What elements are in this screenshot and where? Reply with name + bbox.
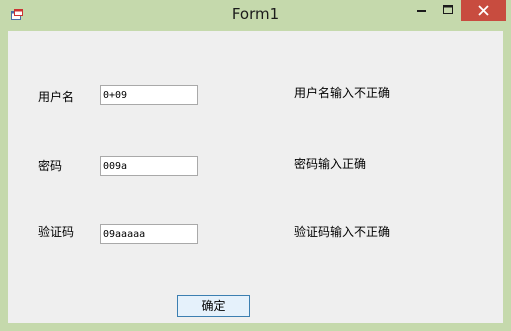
username-label: 用户名 [38,90,75,104]
title-bar[interactable]: Form1 [0,0,511,30]
captcha-label: 验证码 [38,225,75,239]
password-label: 密码 [38,159,63,173]
username-input[interactable] [100,85,198,105]
password-status: 密码输入正确 [294,157,367,171]
ok-button[interactable]: 确定 [177,295,250,317]
form-client-area: 用户名 用户名输入不正确 密码 密码输入正确 验证码 验证码输入不正确 确定 [8,31,503,323]
close-button[interactable] [461,0,506,21]
maximize-button[interactable] [435,0,461,21]
form1-window: Form1 用户名 用户名输入不正确 密码 密码输入正确 验证码 [0,0,511,331]
password-input[interactable] [100,156,198,176]
minimize-button[interactable] [408,0,435,21]
username-status: 用户名输入不正确 [294,86,391,100]
captcha-input[interactable] [100,224,198,244]
captcha-status: 验证码输入不正确 [294,225,391,239]
close-icon [478,5,489,16]
maximize-icon [443,5,453,14]
minimize-icon [417,10,426,12]
